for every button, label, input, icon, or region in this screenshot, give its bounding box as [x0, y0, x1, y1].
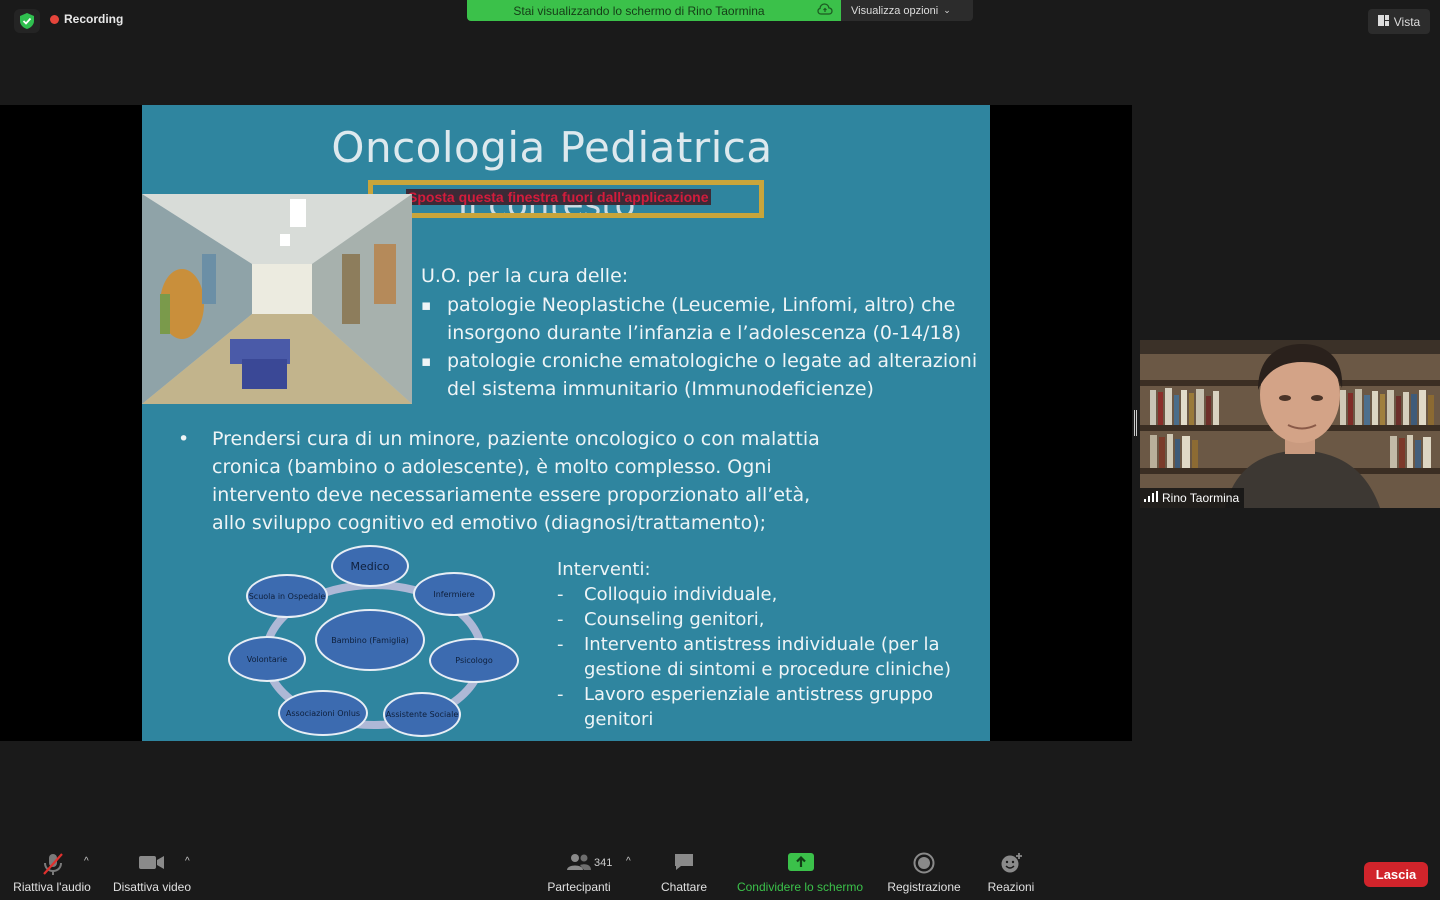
participants-label: Partecipanti — [547, 880, 611, 894]
participant-name: Rino Taormina — [1162, 491, 1240, 505]
view-button[interactable]: Vista — [1368, 9, 1430, 34]
diagram-node-scuola-in-ospedale: Scuola in Ospedale — [246, 574, 328, 618]
uo-list: patologie Neoplastiche (Leucemie, Linfom… — [421, 291, 981, 403]
record-icon — [913, 852, 935, 877]
unmute-audio-label: Riattiva l'audio — [13, 880, 91, 894]
zoom-meeting-window: Recording Stai visualizzando lo schermo … — [0, 0, 1440, 900]
main-paragraph: • Prendersi cura di un minore, paziente … — [178, 425, 838, 537]
participant-video-tile[interactable]: Rino Taormina — [1140, 340, 1440, 508]
participants-count: 341 — [594, 857, 613, 869]
security-shield-icon[interactable] — [14, 9, 40, 33]
reactions-label: Reazioni — [987, 880, 1035, 894]
share-screen-label: Condividere lo schermo — [736, 880, 864, 894]
diagram-node-medico: Medico — [331, 545, 409, 587]
chat-label: Chattare — [660, 880, 708, 894]
interventi-item: Colloquio individuale, — [557, 582, 977, 607]
audio-options-chevron-up-icon[interactable]: ^ — [84, 856, 89, 867]
participants-button[interactable]: Partecipanti — [538, 846, 620, 900]
diagram-node-volontarie: Volontarie — [228, 636, 306, 682]
screen-share-banner: Stai visualizzando lo schermo di Rino Ta… — [467, 0, 973, 21]
shared-screen-area: Oncologia Pediatrica Il contesto Sposta … — [0, 105, 1132, 741]
interventi-item: Lavoro esperienziale antistress gruppo g… — [557, 682, 977, 732]
uo-intro: U.O. per la cura delle: — [421, 265, 629, 287]
recording-indicator[interactable]: Recording — [50, 12, 123, 26]
care-team-diagram: Medico Infermiere Psicologo Assistente S… — [226, 543, 526, 741]
chat-bubble-icon — [673, 852, 695, 875]
emoji-reaction-icon — [1000, 852, 1024, 877]
share-screen-button[interactable]: Condividere lo schermo — [730, 846, 870, 900]
view-options-label: Visualizza opzioni — [851, 4, 939, 17]
video-options-chevron-up-icon[interactable]: ^ — [185, 856, 190, 867]
hospital-corridor-image — [142, 194, 412, 404]
reactions-button[interactable]: Reazioni — [980, 846, 1042, 900]
signal-bars-icon — [1144, 491, 1158, 505]
diagram-node-center: Bambino (Famiglia) — [315, 609, 425, 671]
interventi-item: Counseling genitori, — [557, 607, 977, 632]
interventi-list: Colloquio individuale, Counseling genito… — [557, 582, 977, 732]
video-camera-icon — [139, 852, 165, 875]
cloud-icon — [817, 3, 833, 19]
chat-button[interactable]: Chattare — [652, 846, 716, 900]
resize-handle[interactable] — [1134, 410, 1137, 436]
participants-options-chevron-up-icon[interactable]: ^ — [626, 856, 631, 867]
stop-video-label: Disattiva video — [112, 880, 192, 894]
participants-icon — [566, 852, 592, 875]
leave-meeting-button[interactable]: Lascia — [1364, 862, 1428, 887]
uo-item: patologie Neoplastiche (Leucemie, Linfom… — [421, 291, 981, 347]
slide-title: Oncologia Pediatrica — [331, 123, 773, 172]
main-paragraph-text: Prendersi cura di un minore, paziente on… — [212, 428, 820, 534]
unmute-audio-button[interactable]: Riattiva l'audio — [8, 846, 96, 900]
grid-view-icon — [1377, 14, 1389, 29]
recording-label: Recording — [64, 12, 124, 26]
record-label: Registrazione — [887, 880, 961, 894]
record-button[interactable]: Registrazione — [880, 846, 968, 900]
share-banner-text-area: Stai visualizzando lo schermo di Rino Ta… — [467, 0, 841, 21]
interventi-item: Intervento antistress individuale (per l… — [557, 632, 977, 682]
diagram-node-infermiere: Infermiere — [413, 572, 495, 616]
chevron-down-icon: ⌄ — [943, 5, 951, 15]
move-window-notice: Sposta questa finestra fuori dall'applic… — [406, 189, 711, 205]
view-button-label: Vista — [1393, 14, 1421, 29]
uo-item: patologie croniche ematologiche o legate… — [421, 347, 981, 403]
share-screen-icon — [788, 852, 814, 875]
diagram-node-associazioni-onlus: Associazioni Onlus — [278, 690, 368, 736]
interventi-block: Interventi: Colloquio individuale, Couns… — [557, 557, 977, 732]
diagram-node-assistente-sociale: Assistente Sociale — [383, 692, 461, 737]
microphone-muted-icon — [40, 852, 66, 879]
presentation-slide: Oncologia Pediatrica Il contesto Sposta … — [142, 105, 990, 741]
stop-video-button[interactable]: Disattiva video — [108, 846, 196, 900]
recording-dot-icon — [50, 14, 59, 24]
participant-name-tag: Rino Taormina — [1140, 488, 1245, 508]
share-banner-text: Stai visualizzando lo schermo di Rino Ta… — [513, 3, 765, 18]
bullet-point: • — [178, 428, 190, 450]
meeting-toolbar: Riattiva l'audio ^ Disattiva video ^ Par… — [0, 846, 1440, 900]
view-options-dropdown[interactable]: Visualizza opzioni ⌄ — [841, 0, 973, 21]
diagram-node-psicologo: Psicologo — [429, 638, 519, 683]
interventi-heading: Interventi: — [557, 559, 651, 580]
